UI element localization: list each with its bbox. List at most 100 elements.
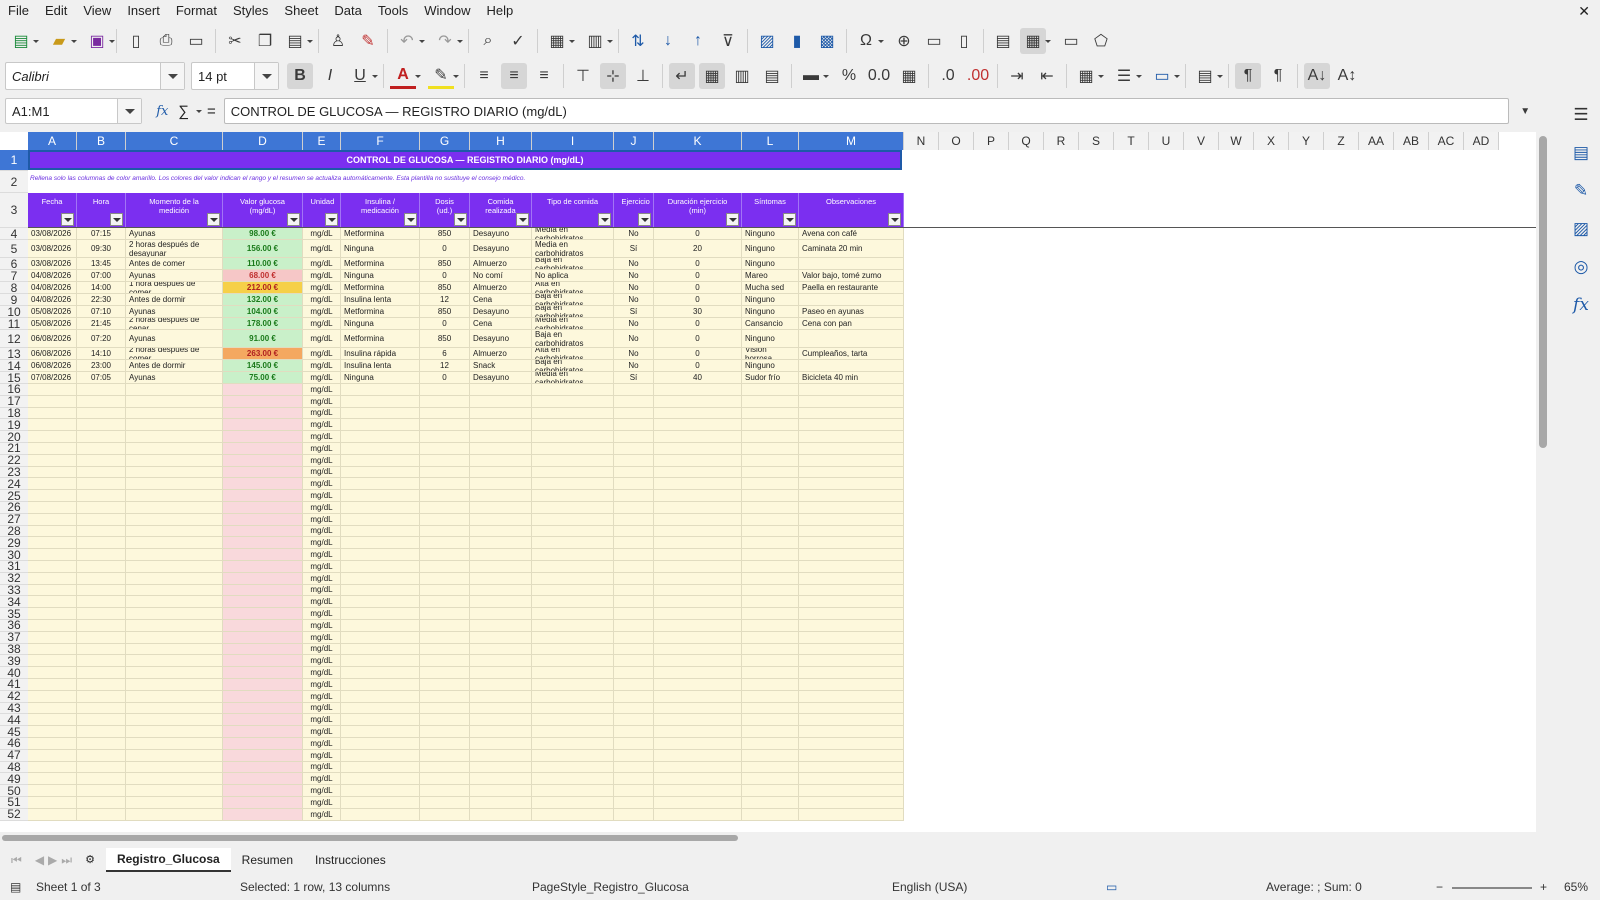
horizontal-scroll-thumb[interactable]	[2, 835, 738, 841]
table-cell[interactable]: 91.00 €	[223, 330, 303, 348]
empty-cell[interactable]	[223, 726, 303, 738]
empty-cell[interactable]	[654, 749, 742, 762]
empty-cell[interactable]	[799, 478, 904, 491]
empty-cell[interactable]	[77, 749, 126, 762]
empty-cell[interactable]	[532, 620, 614, 632]
empty-cell[interactable]	[28, 419, 77, 432]
empty-cell[interactable]	[223, 643, 303, 656]
empty-cell[interactable]	[614, 808, 654, 821]
properties-icon[interactable]: ▤	[1562, 134, 1600, 172]
gallery-icon[interactable]: ▨	[1562, 210, 1600, 248]
sheet-tab-instrucciones[interactable]: Instrucciones	[304, 849, 397, 871]
empty-cell[interactable]	[223, 549, 303, 561]
empty-cell[interactable]	[470, 572, 532, 585]
empty-cell[interactable]	[28, 513, 77, 526]
redo-icon[interactable]: ↷	[432, 28, 463, 54]
empty-cell[interactable]	[420, 549, 470, 561]
column-header-ad[interactable]: AD	[1464, 132, 1499, 150]
empty-cell[interactable]	[654, 631, 742, 644]
empty-cell[interactable]	[799, 407, 904, 420]
empty-cell[interactable]	[742, 608, 799, 620]
empty-cell[interactable]	[742, 655, 799, 668]
empty-cell[interactable]	[614, 702, 654, 715]
empty-cell[interactable]	[742, 490, 799, 502]
empty-cell[interactable]	[28, 584, 77, 597]
table-cell[interactable]: Ayunas	[126, 306, 223, 318]
table-cell[interactable]: Insulina lenta	[341, 294, 420, 306]
font-size-dropdown-icon[interactable]	[254, 63, 278, 89]
empty-cell[interactable]	[654, 620, 742, 632]
empty-cell[interactable]	[223, 690, 303, 703]
table-cell[interactable]: 132.00 €	[223, 294, 303, 306]
empty-cell[interactable]: mg/dL	[303, 631, 341, 644]
empty-cell[interactable]	[77, 478, 126, 491]
table-cell[interactable]: Sí	[614, 240, 654, 258]
empty-cell[interactable]	[223, 596, 303, 609]
table-cell[interactable]: No	[614, 360, 654, 372]
empty-cell[interactable]: mg/dL	[303, 407, 341, 420]
table-cell[interactable]: mg/dL	[303, 348, 341, 360]
table-cell[interactable]: Avena con café	[799, 228, 904, 240]
table-cell[interactable]: 12	[420, 360, 470, 372]
table-cell[interactable]: Ninguno	[742, 306, 799, 318]
empty-cell[interactable]	[126, 395, 223, 408]
empty-cell[interactable]	[799, 714, 904, 727]
table-cell[interactable]: Alta en carbohidratos	[532, 282, 614, 294]
table-header-cell[interactable]: Dosis (ud.)	[420, 193, 470, 228]
row-header-2[interactable]: 2	[0, 171, 28, 193]
empty-cell[interactable]	[654, 690, 742, 703]
empty-cell[interactable]	[420, 419, 470, 432]
navigator-icon[interactable]: ◎	[1562, 248, 1600, 286]
empty-cell[interactable]	[28, 596, 77, 609]
empty-cell[interactable]	[799, 726, 904, 738]
empty-cell[interactable]	[223, 454, 303, 467]
table-cell[interactable]: 75.00 €	[223, 372, 303, 384]
empty-cell[interactable]	[532, 643, 614, 656]
empty-cell[interactable]	[341, 549, 420, 561]
empty-cell[interactable]	[614, 667, 654, 679]
empty-cell[interactable]	[420, 679, 470, 691]
empty-cell[interactable]	[420, 690, 470, 703]
table-cell[interactable]: Ninguna	[341, 240, 420, 258]
empty-cell[interactable]	[654, 726, 742, 738]
empty-cell[interactable]	[532, 454, 614, 467]
empty-cell[interactable]	[614, 407, 654, 420]
table-cell[interactable]: 850	[420, 306, 470, 318]
empty-cell[interactable]	[799, 667, 904, 679]
empty-cell[interactable]	[614, 549, 654, 561]
empty-cell[interactable]	[77, 584, 126, 597]
empty-cell[interactable]	[614, 466, 654, 479]
table-cell[interactable]: Antes de dormir	[126, 294, 223, 306]
empty-cell[interactable]: mg/dL	[303, 643, 341, 656]
table-cell[interactable]: mg/dL	[303, 258, 341, 270]
table-cell[interactable]: No	[614, 282, 654, 294]
empty-cell[interactable]: mg/dL	[303, 749, 341, 762]
empty-cell[interactable]	[341, 478, 420, 491]
column-header-n[interactable]: N	[904, 132, 939, 150]
empty-cell[interactable]	[341, 773, 420, 786]
empty-cell[interactable]	[28, 443, 77, 455]
empty-cell[interactable]	[614, 513, 654, 526]
empty-cell[interactable]	[126, 655, 223, 668]
table-cell[interactable]: 68.00 €	[223, 270, 303, 282]
empty-cell[interactable]	[799, 549, 904, 561]
empty-cell[interactable]: mg/dL	[303, 797, 341, 809]
empty-cell[interactable]	[28, 572, 77, 585]
empty-cell[interactable]	[532, 537, 614, 550]
empty-cell[interactable]	[532, 702, 614, 715]
column-header-c[interactable]: C	[126, 132, 223, 150]
empty-cell[interactable]	[28, 454, 77, 467]
empty-cell[interactable]	[341, 738, 420, 750]
empty-cell[interactable]	[341, 431, 420, 443]
align-center-icon[interactable]: ≡	[501, 63, 527, 89]
empty-cell[interactable]	[799, 525, 904, 538]
empty-cell[interactable]	[126, 596, 223, 609]
table-cell[interactable]: 23:00	[77, 360, 126, 372]
align-left-icon[interactable]: ≡	[471, 63, 497, 89]
spreadsheet-grid[interactable]: CONTROL DE GLUCOSA — REGISTRO DIARIO (mg…	[0, 132, 1536, 844]
empty-cell[interactable]	[654, 395, 742, 408]
empty-cell[interactable]	[420, 655, 470, 668]
empty-cell[interactable]	[532, 572, 614, 585]
empty-cell[interactable]	[420, 643, 470, 656]
table-cell[interactable]: mg/dL	[303, 360, 341, 372]
